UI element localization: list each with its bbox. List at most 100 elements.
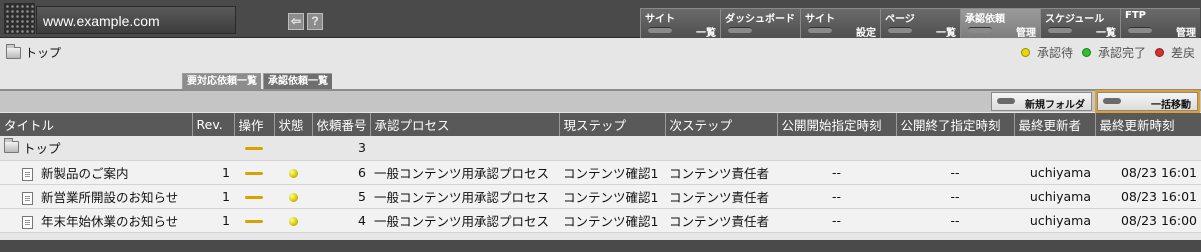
- cell-process: 一般コンテンツ用承認プロセス: [370, 184, 559, 209]
- cell-title[interactable]: 年末年始休業のお知らせ: [0, 208, 192, 233]
- col-header-process[interactable]: 承認プロセス: [369, 113, 559, 136]
- cell-pub-end: --: [896, 160, 1014, 185]
- table-row-folder[interactable]: トップ 3: [0, 136, 1201, 161]
- col-header-status[interactable]: 状態: [273, 113, 312, 136]
- cell-request-number: 3: [312, 136, 370, 161]
- cell-updated: 08/23 16:01: [1095, 184, 1201, 209]
- nav-tab-bottom-label: 管理: [1016, 28, 1036, 39]
- nav-tab-page-list[interactable]: ページ 一覧: [880, 8, 960, 39]
- nav-pill-icon: [1128, 27, 1152, 33]
- cell-next-step: コンテンツ責任者: [665, 208, 777, 233]
- nav-tab-approval-management[interactable]: 承認依頼 管理: [960, 8, 1040, 39]
- button-pill-icon: [1103, 98, 1121, 104]
- new-folder-button[interactable]: 新規フォルダ: [991, 92, 1092, 111]
- col-header-title[interactable]: タイトル: [0, 113, 192, 136]
- cell-status: [274, 136, 312, 161]
- legend-label: 差戻: [1170, 46, 1195, 60]
- cell-empty: [665, 136, 777, 161]
- cell-updater: uchiyama: [1014, 160, 1095, 185]
- new-folder-label: 新規フォルダ: [1025, 100, 1085, 111]
- folder-icon: [4, 138, 19, 154]
- col-header-current-step[interactable]: 現ステップ: [558, 113, 665, 136]
- nav-tab-dashboard[interactable]: ダッシュボード: [720, 8, 800, 38]
- nav-tab-top-label: 承認依頼: [965, 14, 1005, 25]
- col-header-pub-end[interactable]: 公開終了指定時刻: [895, 113, 1014, 136]
- site-domain: www.example.com: [43, 13, 160, 29]
- cell-title[interactable]: 新製品のご案内: [0, 160, 192, 185]
- cell-process: 一般コンテンツ用承認プロセス: [370, 160, 559, 185]
- nav-tab-site-list[interactable]: サイト 一覧: [640, 8, 720, 39]
- nav-pill-icon: [888, 27, 912, 33]
- request-table: タイトル Rev. 操作 状態 依頼番号 承認プロセス 現ステップ 次ステップ …: [0, 113, 1201, 233]
- cell-pub-end: --: [896, 184, 1014, 209]
- col-header-rev[interactable]: Rev.: [191, 113, 234, 136]
- row-title[interactable]: 新営業所開設のお知らせ: [41, 190, 178, 205]
- cell-pub-end: --: [896, 208, 1014, 233]
- cell-status: [274, 184, 312, 209]
- nav-tab-ftp-management[interactable]: FTP 管理: [1120, 8, 1200, 39]
- nav-tab-bottom-label: 管理: [1176, 28, 1196, 39]
- status-legend: 承認待 承認完了 差戻: [1012, 44, 1195, 61]
- back-icon[interactable]: ⇦: [288, 13, 304, 30]
- row-title[interactable]: 新製品のご案内: [41, 166, 129, 181]
- operation-menu-icon[interactable]: [245, 195, 263, 199]
- nav-tab-bottom-label: 設定: [856, 28, 876, 39]
- cell-operation[interactable]: [234, 184, 274, 209]
- nav-tab-top-label: スケジュール: [1045, 14, 1105, 25]
- col-header-updated[interactable]: 最終更新時刻: [1094, 113, 1201, 136]
- cell-empty: [370, 136, 559, 161]
- cell-title[interactable]: 新営業所開設のお知らせ: [0, 184, 192, 209]
- tab-approval-requests[interactable]: 承認依頼一覧: [263, 73, 332, 89]
- bulk-move-label: 一括移動: [1151, 100, 1191, 111]
- yellow-dot-icon: [1020, 48, 1030, 57]
- cell-rev: 1: [192, 160, 234, 185]
- legend-label: 承認完了: [1097, 46, 1146, 60]
- cell-pub-start: --: [777, 208, 896, 233]
- operation-menu-icon[interactable]: [245, 219, 263, 223]
- nav-tab-schedule-list[interactable]: スケジュール 一覧: [1040, 8, 1120, 39]
- breadcrumb-top-link[interactable]: トップ: [25, 44, 61, 61]
- table-row[interactable]: 新製品のご案内 1 6 一般コンテンツ用承認プロセス コンテンツ確認1 コンテン…: [0, 160, 1201, 185]
- col-header-request-number[interactable]: 依頼番号: [311, 113, 370, 136]
- col-header-pub-start[interactable]: 公開開始指定時刻: [776, 113, 896, 136]
- help-icon[interactable]: ?: [307, 13, 323, 30]
- cell-updater: uchiyama: [1014, 184, 1095, 209]
- pending-status-icon: [288, 192, 298, 202]
- operation-menu-icon[interactable]: [245, 147, 263, 151]
- pending-status-icon: [288, 216, 298, 226]
- row-title[interactable]: 年末年始休業のお知らせ: [41, 214, 178, 229]
- breadcrumb: トップ: [6, 43, 61, 61]
- cell-pub-start: --: [777, 184, 896, 209]
- legend-approved: 承認完了: [1081, 44, 1146, 61]
- tab-action-required[interactable]: 要対応依頼一覧: [182, 73, 261, 89]
- cell-operation[interactable]: [234, 160, 274, 185]
- col-header-next-step[interactable]: 次ステップ: [664, 113, 777, 136]
- legend-returned: 差戻: [1154, 44, 1195, 61]
- bulk-move-button[interactable]: 一括移動: [1095, 90, 1200, 113]
- cell-pub-start: --: [777, 160, 896, 185]
- cell-status: [274, 208, 312, 233]
- operation-menu-icon[interactable]: [245, 171, 263, 175]
- cell-current-step: コンテンツ確認1: [559, 184, 665, 209]
- nav-tab-top-label: ページ: [885, 14, 915, 25]
- site-domain-box: www.example.com: [36, 6, 236, 34]
- cell-title[interactable]: トップ: [0, 136, 192, 161]
- document-icon: [22, 191, 33, 205]
- nav-pill-icon: [968, 27, 992, 33]
- table-row[interactable]: 新営業所開設のお知らせ 1 5 一般コンテンツ用承認プロセス コンテンツ確認1 …: [0, 184, 1201, 209]
- nav-tab-site-settings[interactable]: サイト 設定: [800, 8, 880, 39]
- cell-empty: [559, 136, 665, 161]
- main-nav: サイト 一覧 ダッシュボード サイト 設定 ページ 一覧 承認依頼 管理 スケジ…: [640, 8, 1200, 39]
- nav-tab-bottom-label: 一覧: [696, 28, 716, 39]
- col-header-updater[interactable]: 最終更新者: [1013, 113, 1095, 136]
- table-header-row: タイトル Rev. 操作 状態 依頼番号 承認プロセス 現ステップ 次ステップ …: [0, 113, 1201, 136]
- table-row[interactable]: 年末年始休業のお知らせ 1 4 一般コンテンツ用承認プロセス コンテンツ確認1 …: [0, 208, 1201, 233]
- cell-request-number: 5: [312, 184, 370, 209]
- col-header-operation[interactable]: 操作: [233, 113, 274, 136]
- cell-operation[interactable]: [234, 208, 274, 233]
- cell-empty: [1014, 136, 1095, 161]
- document-icon: [22, 215, 33, 229]
- nav-pill-icon: [648, 27, 672, 33]
- cell-operation[interactable]: [234, 136, 274, 161]
- nav-tab-bottom-label: 一覧: [936, 28, 956, 39]
